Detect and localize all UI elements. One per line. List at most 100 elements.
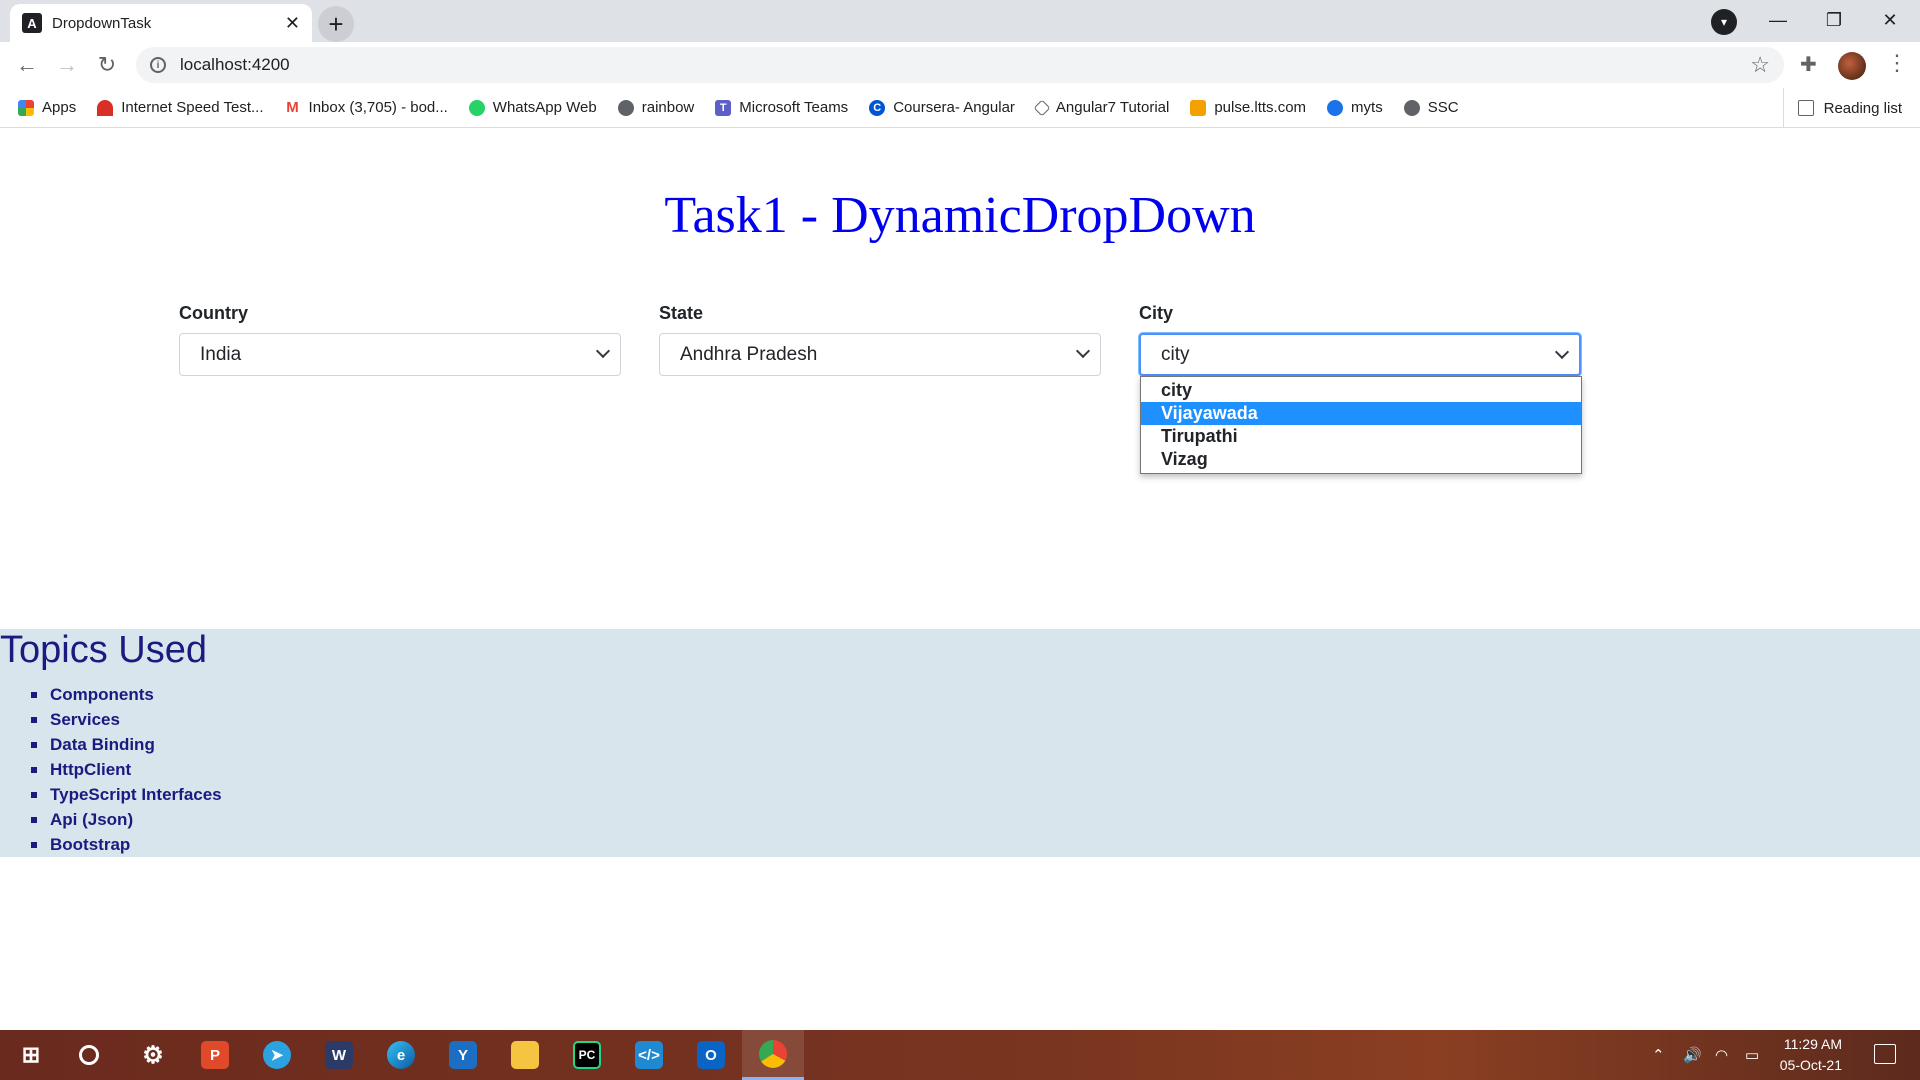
- extensions-puzzle-icon[interactable]: ✚: [1800, 52, 1817, 77]
- bookmark-gmail-inbox[interactable]: M Inbox (3,705) - bod...: [284, 99, 448, 116]
- bookmark-apps[interactable]: Apps: [18, 99, 76, 116]
- bookmark-whatsapp-web[interactable]: WhatsApp Web: [468, 99, 597, 116]
- forward-arrow-icon[interactable]: →: [52, 50, 82, 80]
- vscode-icon[interactable]: </>: [618, 1030, 680, 1080]
- url-text[interactable]: localhost:4200: [180, 55, 1750, 75]
- bookmark-ssc[interactable]: SSC: [1403, 99, 1459, 116]
- o-letter-icon: O: [697, 1041, 725, 1069]
- gmail-icon: M: [284, 99, 301, 116]
- bookmark-label: Internet Speed Test...: [121, 99, 264, 116]
- battery-icon[interactable]: ▭: [1745, 1030, 1759, 1080]
- chrome-icon[interactable]: [742, 1030, 804, 1080]
- city-option[interactable]: Tirupathi: [1141, 425, 1581, 448]
- teams-icon: T: [715, 99, 732, 116]
- folder-icon: [511, 1041, 539, 1069]
- bookmark-label: Microsoft Teams: [739, 99, 849, 116]
- coursera-icon: C: [869, 99, 886, 116]
- bookmark-angular7-tutorial[interactable]: Angular7 Tutorial: [1033, 99, 1170, 116]
- new-tab-button[interactable]: +: [318, 6, 354, 42]
- bookmark-label: rainbow: [641, 99, 695, 116]
- tray-chevron-icon[interactable]: ⌃: [1652, 1030, 1665, 1080]
- state-selected-value: Andhra Pradesh: [680, 343, 818, 365]
- browser-menu-icon[interactable]: ⋮: [1886, 50, 1908, 76]
- tab-title: DropdownTask: [52, 14, 152, 32]
- telegram-icon[interactable]: ➤: [246, 1030, 308, 1080]
- yammer-icon[interactable]: Y: [432, 1030, 494, 1080]
- city-option[interactable]: city: [1141, 379, 1581, 402]
- topic-item: Data Binding: [50, 732, 222, 757]
- back-arrow-icon[interactable]: ←: [12, 50, 42, 80]
- restore-icon[interactable]: ❐: [1806, 0, 1862, 40]
- city-option-highlighted[interactable]: Vijayawada: [1141, 402, 1581, 425]
- tab-strip: A DropdownTask ✕ + ▾ — ❐ ✕: [0, 0, 1920, 42]
- wifi-icon[interactable]: ◠: [1715, 1030, 1728, 1080]
- bookmark-label: Angular7 Tutorial: [1055, 99, 1170, 116]
- state-select[interactable]: Andhra Pradesh: [659, 333, 1101, 376]
- angular-diamond-icon: [1033, 99, 1051, 116]
- code-icon: </>: [635, 1041, 663, 1069]
- apps-grid-icon: [18, 99, 34, 116]
- topic-item: HttpClient: [50, 757, 222, 782]
- reading-list-icon: [1797, 100, 1814, 116]
- angular-favicon-icon: A: [22, 13, 42, 33]
- globe-icon: [1403, 99, 1420, 116]
- settings-gear-icon[interactable]: ⚙: [122, 1030, 184, 1080]
- notifications-icon[interactable]: [1874, 1044, 1896, 1064]
- state-label: State: [659, 303, 704, 323]
- windows-start-icon[interactable]: ⊞: [0, 1030, 62, 1080]
- minimize-icon[interactable]: —: [1750, 0, 1806, 40]
- browser-toolbar: ← → ↻ i localhost:4200 ☆: [0, 42, 1920, 88]
- globe-icon: [617, 99, 634, 116]
- chevron-down-icon: [1075, 343, 1091, 359]
- page-title: Task1 - DynamicDropDown: [664, 187, 1256, 244]
- city-select[interactable]: city: [1139, 333, 1581, 376]
- bookmark-coursera-angular[interactable]: C Coursera- Angular: [869, 99, 1015, 116]
- country-label: Country: [179, 303, 248, 323]
- city-option[interactable]: Vizag: [1141, 448, 1581, 471]
- country-select[interactable]: India: [179, 333, 621, 376]
- close-window-icon[interactable]: ✕: [1862, 0, 1918, 40]
- bookmark-rainbow[interactable]: rainbow: [617, 99, 695, 116]
- reload-icon[interactable]: ↻: [92, 50, 122, 80]
- bookmark-label: Apps: [42, 99, 77, 116]
- paper-plane-icon: ➤: [263, 1041, 291, 1069]
- page-content: Task1 - DynamicDropDown Country India St…: [0, 129, 1920, 1030]
- file-explorer-icon[interactable]: [494, 1030, 556, 1080]
- topics-title: Topics Used: [0, 629, 207, 671]
- bookmark-label: WhatsApp Web: [492, 99, 597, 116]
- bookmark-myts[interactable]: myts: [1327, 99, 1383, 116]
- tab-search-icon[interactable]: ▾: [1711, 9, 1737, 35]
- site-info-icon[interactable]: i: [150, 57, 166, 73]
- bookmark-internet-speed-test[interactable]: Internet Speed Test...: [97, 99, 264, 116]
- teams-chat-icon[interactable]: W: [308, 1030, 370, 1080]
- myts-icon: [1327, 99, 1344, 116]
- tab-close-icon[interactable]: ✕: [285, 13, 300, 34]
- address-bar[interactable]: i localhost:4200 ☆: [136, 47, 1784, 83]
- volume-icon[interactable]: 🔊: [1683, 1030, 1702, 1080]
- bookmark-star-icon[interactable]: ☆: [1750, 52, 1770, 78]
- system-clock[interactable]: 11:29 AM 05-Oct-21: [1780, 1034, 1842, 1076]
- y-letter-icon: Y: [449, 1041, 477, 1069]
- bookmark-pulse-ltts[interactable]: pulse.ltts.com: [1190, 99, 1306, 116]
- chat-icon: W: [325, 1041, 353, 1069]
- topic-item: Bootstrap: [50, 832, 222, 857]
- tab-dropdowntask[interactable]: A DropdownTask ✕: [10, 4, 312, 42]
- bookmark-label: Inbox (3,705) - bod...: [308, 99, 448, 116]
- p-app-icon[interactable]: P: [184, 1030, 246, 1080]
- cortana-search-icon[interactable]: [58, 1030, 120, 1080]
- pycharm-icon[interactable]: PC: [556, 1030, 618, 1080]
- reading-list-label: Reading list: [1823, 99, 1902, 117]
- bookmark-label: SSC: [1427, 99, 1459, 116]
- edge-icon[interactable]: e: [370, 1030, 432, 1080]
- clock-date: 05-Oct-21: [1779, 1057, 1842, 1073]
- country-selected-value: India: [200, 343, 242, 365]
- bookmarks-bar: Apps Internet Speed Test... M Inbox (3,7…: [0, 88, 1920, 128]
- profile-avatar[interactable]: [1838, 52, 1866, 80]
- windows-logo-icon: ⊞: [21, 1042, 41, 1067]
- bookmark-microsoft-teams[interactable]: T Microsoft Teams: [715, 99, 848, 116]
- p-letter-icon: P: [201, 1041, 229, 1069]
- clock-time: 11:29 AM: [1783, 1036, 1842, 1052]
- reading-list-button[interactable]: Reading list: [1782, 88, 1902, 128]
- pulse-icon: [1190, 99, 1207, 116]
- outlook-icon[interactable]: O: [680, 1030, 742, 1080]
